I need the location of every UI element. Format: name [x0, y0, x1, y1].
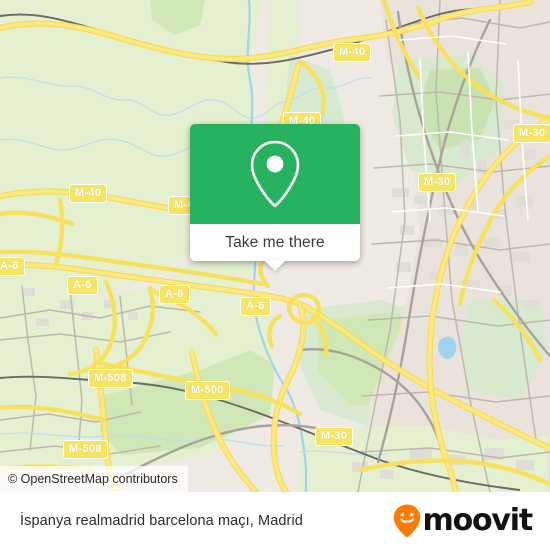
road-shield: A-6	[159, 285, 190, 304]
footer-bar: İspanya realmadrid barcelona maçı, Madri…	[0, 492, 550, 550]
moovit-pin-icon	[393, 504, 420, 538]
moovit-wordmark: moovit	[422, 503, 534, 538]
popup-pin-panel	[190, 124, 360, 224]
map-attribution[interactable]: © OpenStreetMap contributors	[0, 466, 188, 492]
take-me-there-label: Take me there	[225, 233, 325, 251]
road-shield: M-508	[63, 440, 108, 459]
popup-pointer-tail	[264, 260, 286, 271]
map-canvas[interactable]: .park { fill:#cfe8b6; } .parkl { fill:#e…	[0, 0, 550, 492]
moovit-map-page: .park { fill:#cfe8b6; } .parkl { fill:#e…	[0, 0, 550, 550]
moovit-logo[interactable]: moovit	[392, 503, 534, 539]
road-shield: A-6	[0, 257, 25, 276]
road-shield: A-6	[67, 276, 98, 295]
road-shield: M-500	[185, 381, 230, 400]
road-shield: M-40	[333, 43, 372, 62]
road-shield: M-30	[418, 173, 457, 192]
road-shield: M-30	[513, 124, 550, 143]
road-shield: M-508	[88, 369, 133, 388]
map-pin-icon	[250, 140, 300, 208]
location-popup-card[interactable]: Take me there	[190, 124, 360, 271]
road-shield: M-30	[315, 427, 354, 446]
road-shield: A-6	[240, 297, 271, 316]
road-shield: M-40	[69, 184, 108, 203]
page-title: İspanya realmadrid barcelona maçı, Madri…	[20, 513, 303, 529]
popup-cta-bar[interactable]: Take me there	[190, 224, 360, 271]
